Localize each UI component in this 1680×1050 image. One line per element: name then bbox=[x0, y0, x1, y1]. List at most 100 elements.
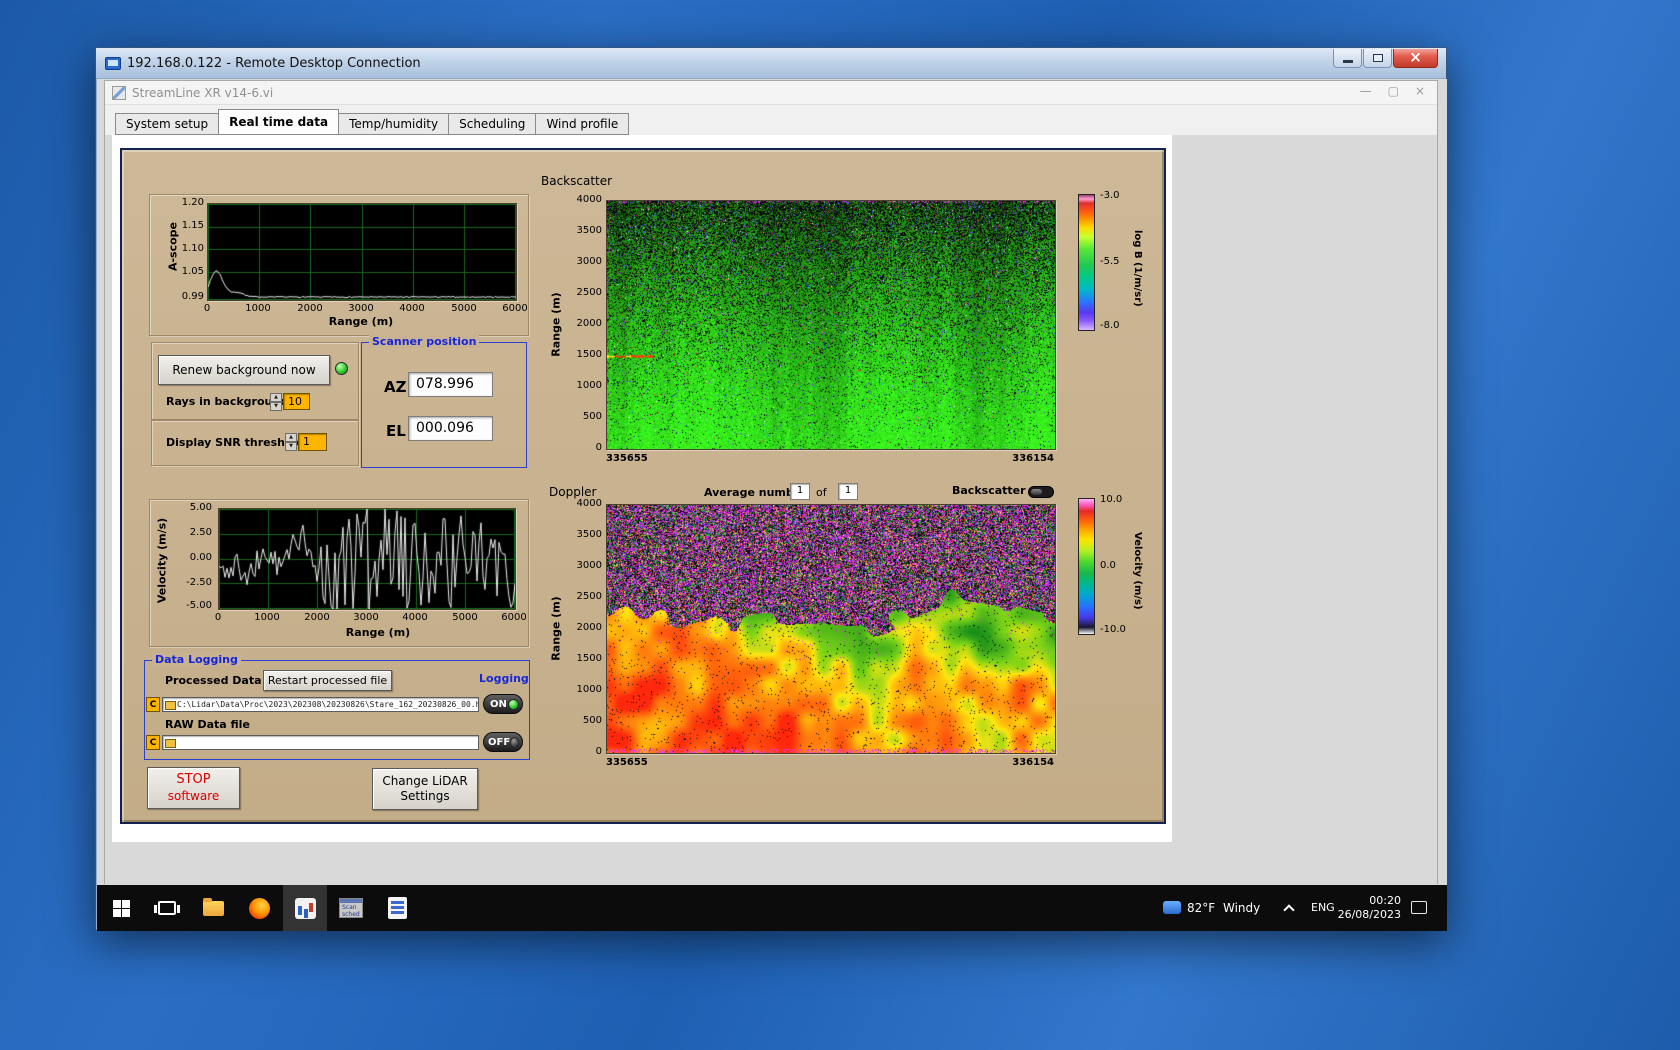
stop-software-button[interactable]: STOP software bbox=[147, 767, 240, 809]
renew-background-label: Renew background now bbox=[172, 363, 316, 377]
velocity-xtick: 1000 bbox=[254, 612, 280, 623]
rdp-minimize-button[interactable] bbox=[1333, 49, 1362, 68]
rdp-restore-button[interactable] bbox=[1363, 49, 1392, 68]
main-panel: A-scope 1.20 1.15 1.10 1.05 0.99 0 1000 … bbox=[120, 148, 1166, 824]
snr-value-field[interactable]: 1 bbox=[298, 433, 327, 451]
notification-center-icon[interactable] bbox=[1411, 901, 1427, 914]
spin-down-icon[interactable]: ▼ bbox=[270, 402, 282, 411]
backscatter-toggle[interactable] bbox=[1028, 486, 1054, 498]
ascope-xtick: 1000 bbox=[245, 303, 271, 314]
scan-scheduler-icon: Scan sched bbox=[339, 898, 363, 918]
doppler-ytick: 500 bbox=[582, 715, 602, 726]
weather-condition[interactable]: Windy bbox=[1223, 885, 1260, 931]
on-led bbox=[508, 698, 519, 710]
velocity-xtick: 0 bbox=[214, 612, 222, 623]
doppler-cbar-label: Velocity (m/s) bbox=[1132, 532, 1143, 610]
taskbar: Scan sched 82°F Windy ENG 00:20 26/08/20… bbox=[97, 885, 1447, 931]
windows-logo-icon bbox=[112, 899, 130, 917]
doppler-ytick: 3500 bbox=[576, 529, 602, 540]
language-indicator[interactable]: ENG bbox=[1311, 885, 1335, 931]
on-label: ON bbox=[490, 698, 507, 710]
restart-processed-file-button[interactable]: Restart processed file bbox=[263, 670, 392, 691]
average-number-field[interactable]: 1 bbox=[790, 483, 810, 500]
snr-spinner[interactable]: ▲ ▼ bbox=[285, 433, 297, 451]
backscatter-ytick: 1000 bbox=[576, 380, 602, 391]
velocity-xtick: 3000 bbox=[353, 612, 379, 623]
tab-wind-profile[interactable]: Wind profile bbox=[535, 113, 630, 135]
tab-temp-humidity[interactable]: Temp/humidity bbox=[338, 113, 450, 135]
ascope-plot-area bbox=[207, 203, 517, 301]
doppler-ytick: 4000 bbox=[576, 498, 602, 509]
velocity-ytick: -5.00 bbox=[186, 600, 212, 611]
task-view-button[interactable] bbox=[145, 885, 189, 931]
backscatter-x-start: 335655 bbox=[606, 453, 648, 464]
snr-threshold-box: Display SNR threshold ▲ ▼ 1 bbox=[151, 420, 359, 466]
start-button[interactable] bbox=[99, 885, 143, 931]
ascope-xtick: 2000 bbox=[297, 303, 323, 314]
backscatter-ytick: 0 bbox=[595, 442, 602, 453]
spin-up-icon[interactable]: ▲ bbox=[285, 433, 297, 442]
backscatter-cbar-label: log B (1/m/sr) bbox=[1132, 230, 1143, 307]
ascope-ytick: 0.99 bbox=[181, 291, 204, 302]
spin-up-icon[interactable]: ▲ bbox=[270, 393, 282, 402]
backscatter-ytick: 3500 bbox=[576, 225, 602, 236]
tab-scheduling[interactable]: Scheduling bbox=[448, 113, 537, 135]
raw-logging-off-button[interactable]: OFF bbox=[483, 732, 523, 752]
rdp-close-button[interactable]: × bbox=[1393, 49, 1438, 68]
data-logging-title: Data Logging bbox=[152, 653, 241, 666]
raw-path-field[interactable] bbox=[162, 735, 479, 750]
tab-real-time-data[interactable]: Real time data bbox=[218, 109, 340, 135]
ascope-xtick: 3000 bbox=[348, 303, 374, 314]
spin-down-icon[interactable]: ▼ bbox=[285, 442, 297, 451]
backscatter-ytick: 500 bbox=[582, 411, 602, 422]
file-explorer-button[interactable] bbox=[191, 885, 235, 931]
app-minimize-button[interactable]: — bbox=[1360, 84, 1372, 98]
processed-drive-box[interactable]: C bbox=[146, 697, 160, 712]
app-close-button[interactable]: × bbox=[1415, 84, 1425, 98]
doppler-cbar-tick: 0.0 bbox=[1100, 560, 1116, 571]
rays-value-field[interactable]: 10 bbox=[283, 393, 310, 410]
tab-system-setup[interactable]: System setup bbox=[115, 113, 220, 135]
processed-path-field[interactable]: C:\Lidar\Data\Proc\2023\202308\20230826\… bbox=[162, 697, 479, 712]
taskbar-clock[interactable]: 00:20 26/08/2023 bbox=[1337, 894, 1401, 922]
el-label: EL bbox=[386, 422, 406, 440]
snr-threshold-label: Display SNR threshold bbox=[166, 436, 305, 449]
app-titlebar[interactable]: StreamLine XR v14-6.vi — ▢ × bbox=[105, 81, 1437, 105]
average-total-field[interactable]: 1 bbox=[838, 483, 858, 500]
el-field[interactable]: 000.096 bbox=[408, 416, 493, 441]
firefox-button[interactable] bbox=[237, 885, 281, 931]
weather-temp[interactable]: 82°F bbox=[1187, 885, 1215, 931]
velocity-xtick: 2000 bbox=[304, 612, 330, 623]
scan-icon-text2: sched bbox=[342, 911, 360, 918]
rays-spinner[interactable]: ▲ ▼ bbox=[270, 393, 282, 411]
ascope-ytick: 1.20 bbox=[181, 197, 204, 208]
doppler-ytick: 3000 bbox=[576, 560, 602, 571]
firefox-icon bbox=[248, 897, 270, 919]
rdp-titlebar[interactable]: 192.168.0.122 - Remote Desktop Connectio… bbox=[96, 48, 1446, 79]
scan-scheduler-button[interactable]: Scan sched bbox=[329, 885, 373, 931]
backscatter-cbar-tick: -3.0 bbox=[1100, 190, 1120, 201]
change-lidar-settings-button[interactable]: Change LiDAR Settings bbox=[372, 768, 478, 810]
ascope-ytick: 1.15 bbox=[181, 220, 204, 231]
velocity-ytick: 5.00 bbox=[189, 502, 212, 513]
restart-processed-file-label: Restart processed file bbox=[267, 674, 388, 687]
change-settings-line1: Change LiDAR bbox=[382, 774, 468, 788]
streamline-app-button[interactable] bbox=[283, 885, 327, 931]
renew-background-button[interactable]: Renew background now bbox=[158, 355, 330, 385]
vi-icon bbox=[112, 85, 126, 100]
velocity-ytick: 0.00 bbox=[189, 552, 212, 563]
scanner-position-title: Scanner position bbox=[369, 335, 480, 348]
doppler-ytick: 1000 bbox=[576, 684, 602, 695]
velocity-xtick: 4000 bbox=[402, 612, 428, 623]
show-hidden-icons-chevron[interactable] bbox=[1283, 904, 1295, 916]
doppler-x-end: 336154 bbox=[1012, 757, 1054, 768]
remote-screen: StreamLine XR v14-6.vi — ▢ × System setu… bbox=[97, 79, 1447, 931]
rdp-window: 192.168.0.122 - Remote Desktop Connectio… bbox=[95, 47, 1447, 931]
raw-drive-box[interactable]: C bbox=[146, 735, 160, 750]
doppler-cbar-tick: 10.0 bbox=[1100, 494, 1123, 505]
app-restore-button[interactable]: ▢ bbox=[1388, 84, 1399, 98]
ascope-xtick: 4000 bbox=[399, 303, 425, 314]
document-app-button[interactable] bbox=[375, 885, 419, 931]
processed-logging-on-button[interactable]: ON bbox=[483, 694, 523, 714]
az-field[interactable]: 078.996 bbox=[408, 372, 493, 397]
